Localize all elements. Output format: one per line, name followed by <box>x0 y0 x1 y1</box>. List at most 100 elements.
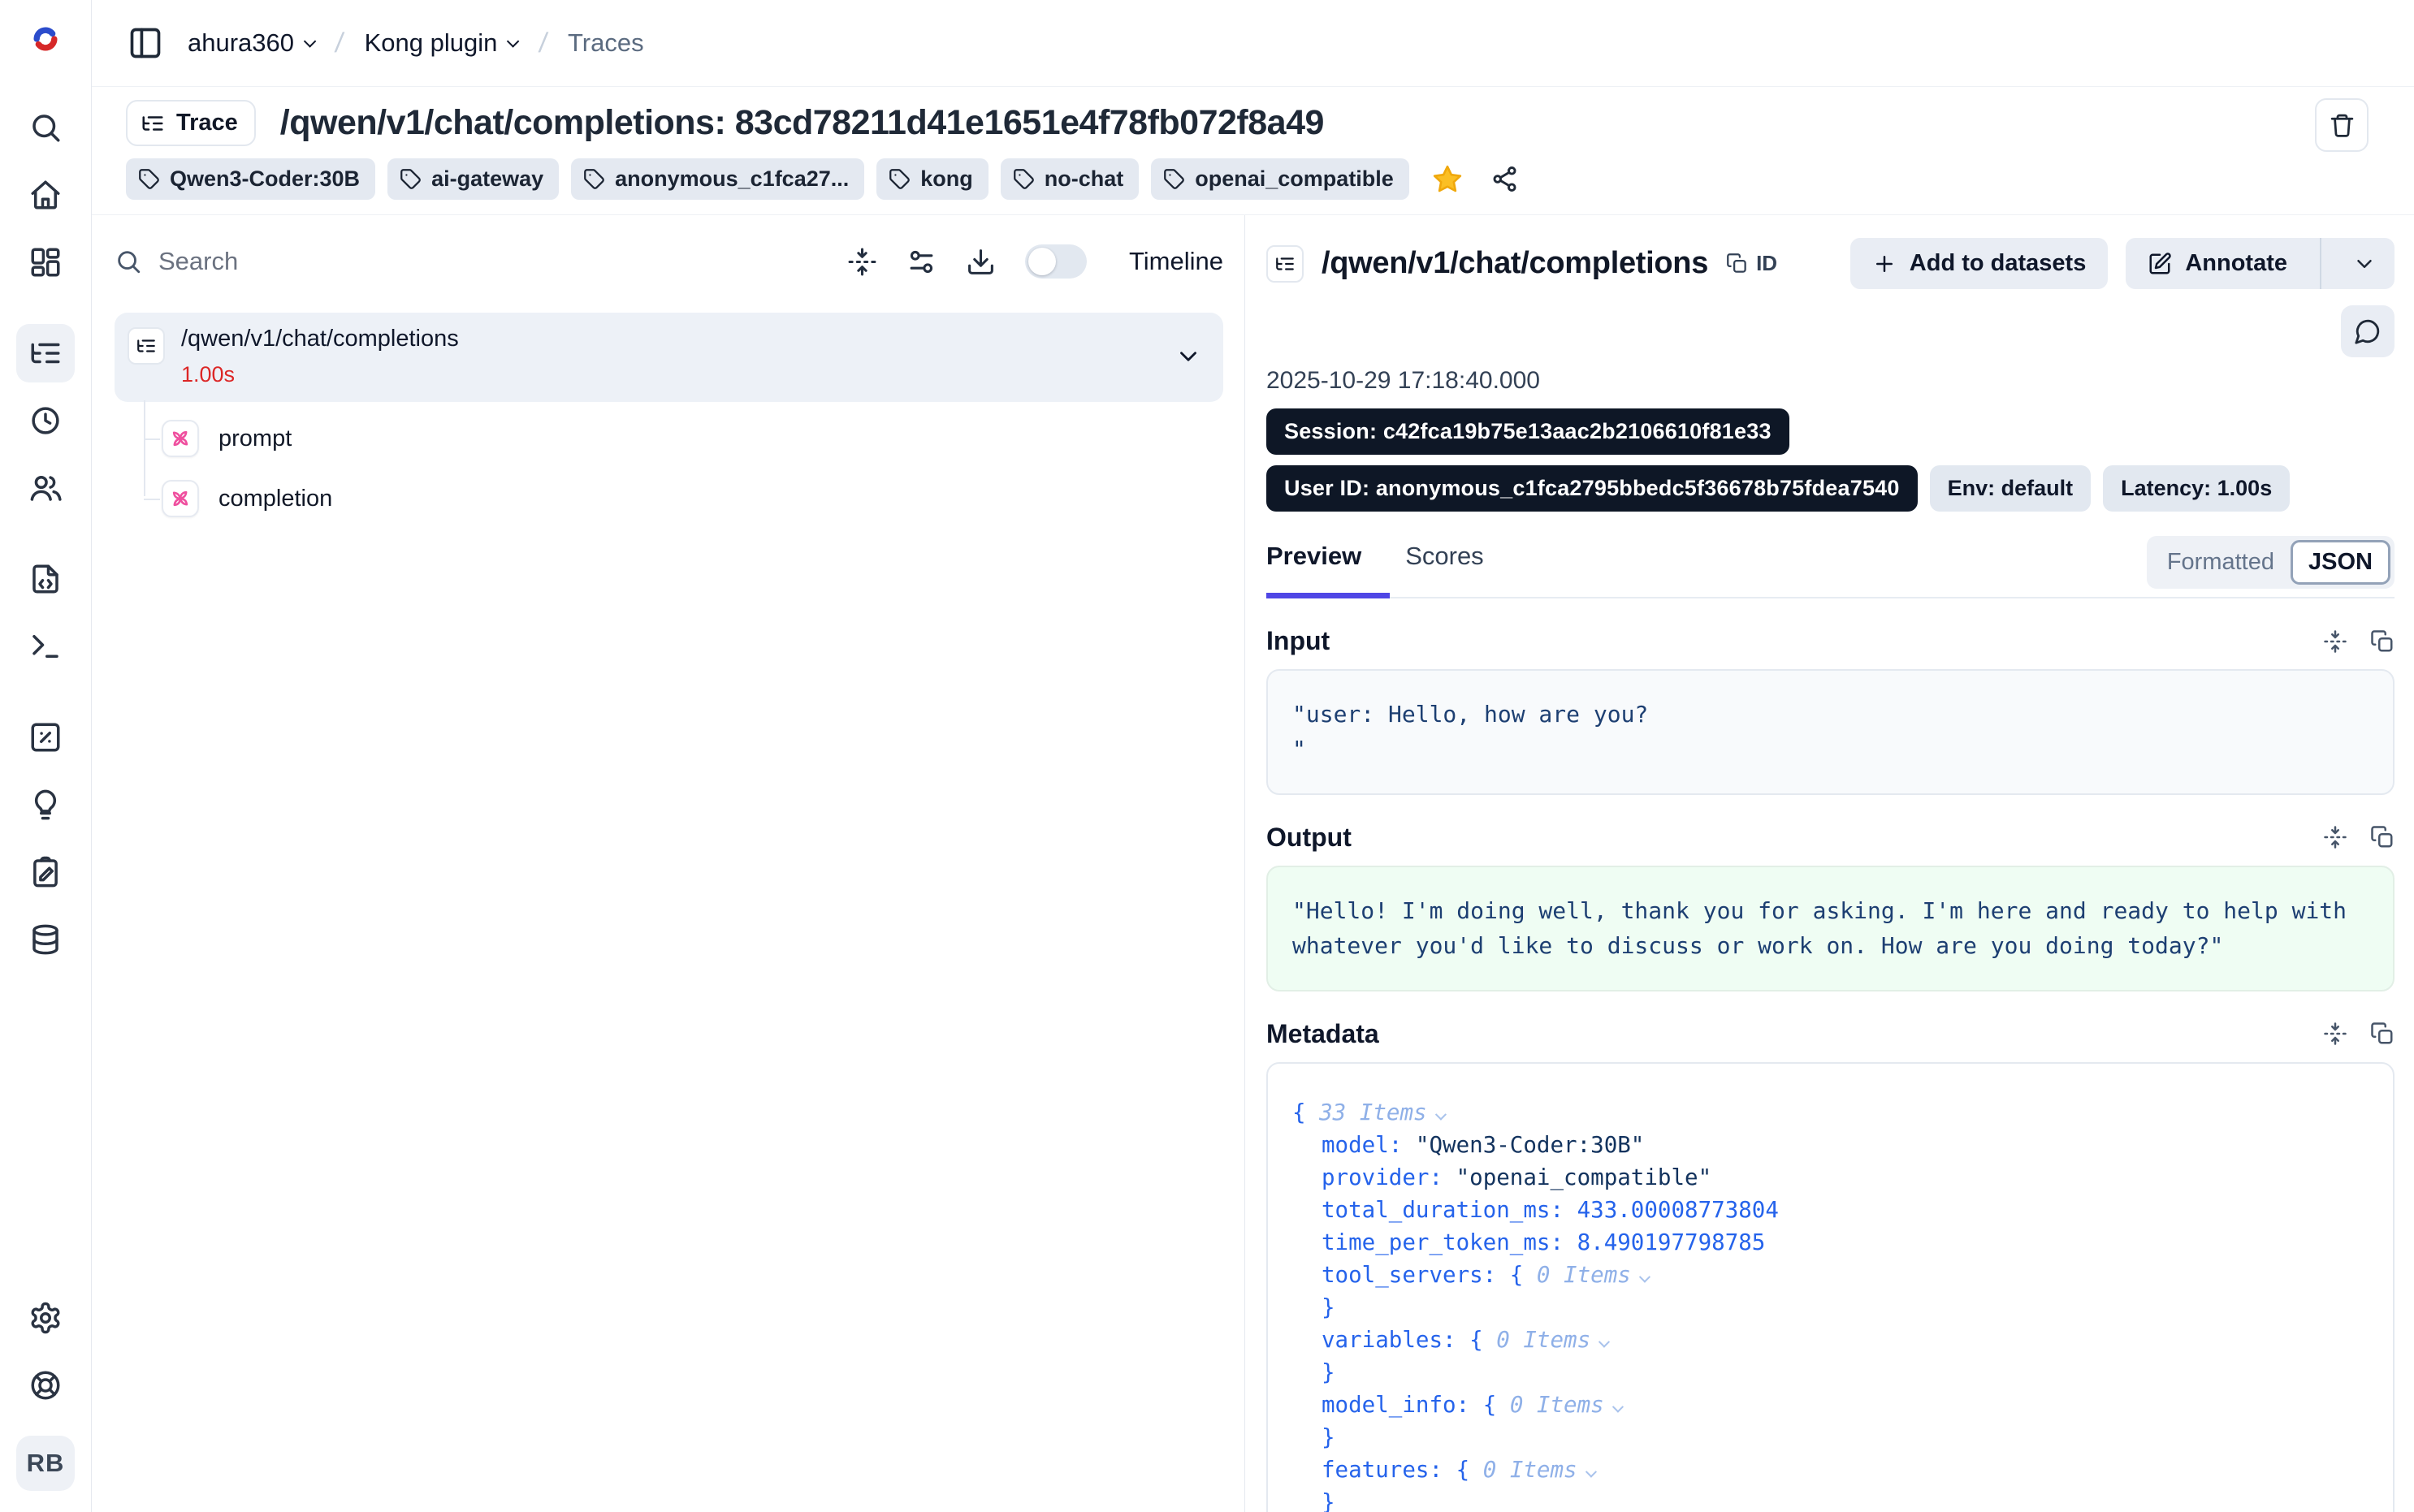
metadata-json-row: model: "Qwen3-Coder:30B" <box>1292 1129 2369 1161</box>
chevron-down-icon[interactable] <box>2334 252 2395 276</box>
square-percent-icon <box>28 720 63 754</box>
share-icon[interactable] <box>1490 165 1519 193</box>
tree-item-completion[interactable]: completion <box>162 472 1223 525</box>
display-settings-icon[interactable] <box>906 247 937 277</box>
metadata-json-row: } <box>1292 1291 2369 1324</box>
download-icon[interactable] <box>966 247 996 277</box>
tab-scores[interactable]: Scores <box>1405 542 1483 571</box>
copy-icon[interactable] <box>2370 1022 2395 1046</box>
trace-tag[interactable]: ai-gateway <box>387 158 559 200</box>
tag-icon <box>889 168 911 190</box>
copy-icon[interactable] <box>2370 629 2395 654</box>
breadcrumb-project[interactable]: Kong plugin <box>365 28 518 58</box>
id-label: ID <box>1756 251 1777 276</box>
chevron-down-icon[interactable] <box>1175 343 1202 370</box>
format-option-formatted[interactable]: Formatted <box>2151 541 2291 584</box>
sidebar-item-prompts[interactable] <box>16 550 75 608</box>
output-content: "Hello! I'm doing well, thank you for as… <box>1266 866 2395 991</box>
user-avatar[interactable]: RB <box>16 1436 75 1491</box>
clock-icon <box>28 404 63 438</box>
dashboard-icon <box>28 245 63 279</box>
add-to-datasets-button[interactable]: Add to datasets <box>1850 238 2109 289</box>
tree-item-root[interactable]: /qwen/v1/chat/completions 1.00s <box>115 313 1223 402</box>
collapse-section-icon[interactable] <box>2323 825 2347 849</box>
metadata-json-row: tool_servers: { 0 Items <box>1292 1259 2369 1291</box>
metadata-json-row: } <box>1292 1486 2369 1512</box>
sidebar-nav <box>16 89 75 969</box>
breadcrumb-separator: / <box>537 28 549 59</box>
sidebar-item-users[interactable] <box>16 459 75 517</box>
trace-tag[interactable]: kong <box>876 158 989 200</box>
chevron-down-icon[interactable] <box>1641 1262 1649 1288</box>
chevron-down-icon[interactable] <box>1614 1392 1622 1418</box>
metadata-json-row: features: { 0 Items <box>1292 1454 2369 1486</box>
collapse-section-icon[interactable] <box>2323 629 2347 654</box>
breadcrumb-org-label: ahura360 <box>188 28 294 58</box>
user-id-badge[interactable]: User ID: anonymous_c1fca2795bbedc5f36678… <box>1266 465 1918 512</box>
button-divider <box>2320 238 2321 289</box>
sidebar-item-home[interactable] <box>16 166 75 224</box>
breadcrumb-project-label: Kong plugin <box>365 28 498 58</box>
tree-item-label: completion <box>218 486 332 512</box>
sidebar-item-settings[interactable] <box>16 1289 75 1347</box>
tags-list: Qwen3-Coder:30B ai-gateway anonymous_c1fca… <box>126 158 1409 200</box>
list-tree-icon <box>1266 245 1304 283</box>
lightbulb-icon <box>28 788 63 822</box>
annotate-button[interactable]: Annotate <box>2126 238 2395 289</box>
sidebar-item-datasets[interactable] <box>16 910 75 969</box>
trace-tag[interactable]: no-chat <box>1001 158 1140 200</box>
content-area: Timeline /qwen/v1/chat/completions 1.00s… <box>92 215 2414 1512</box>
database-icon <box>28 922 63 957</box>
trace-tag[interactable]: openai_compatible <box>1151 158 1409 200</box>
metadata-json-row: variables: { 0 Items <box>1292 1324 2369 1356</box>
session-badge[interactable]: Session: c42fca19b75e13aac2b2106610f81e3… <box>1266 408 1789 455</box>
comments-button[interactable] <box>2341 305 2395 357</box>
env-badge: Env: default <box>1930 465 2092 512</box>
chevron-down-icon[interactable] <box>1587 1457 1595 1483</box>
trace-header: Trace /qwen/v1/chat/completions: 83cd782… <box>92 87 2414 215</box>
home-icon <box>28 178 63 212</box>
sidebar-item-tracing[interactable] <box>16 324 75 382</box>
trace-badge-label: Trace <box>176 110 238 136</box>
detail-header: /qwen/v1/chat/completions ID Add to data… <box>1266 238 2395 289</box>
metadata-json-row: } <box>1292 1356 2369 1389</box>
format-option-json[interactable]: JSON <box>2291 540 2390 585</box>
tab-preview[interactable]: Preview <box>1266 542 1361 571</box>
sidebar-item-annotation-queues[interactable] <box>16 843 75 901</box>
app-logo-icon[interactable] <box>23 16 68 62</box>
sidebar-toggle-icon[interactable] <box>128 25 163 61</box>
sidebar-item-dashboards[interactable] <box>16 233 75 292</box>
sidebar-item-playground[interactable] <box>16 617 75 676</box>
detail-title: /qwen/v1/chat/completions <box>1322 246 1708 281</box>
trace-tree-panel: Timeline /qwen/v1/chat/completions 1.00s… <box>92 215 1245 1512</box>
copy-id-button[interactable]: ID <box>1726 251 1777 276</box>
breadcrumb-org[interactable]: ahura360 <box>188 28 314 58</box>
search-input[interactable] <box>158 247 613 276</box>
trace-tag[interactable]: anonymous_c1fca27... <box>571 158 864 200</box>
star-icon[interactable] <box>1431 163 1464 196</box>
sidebar-item-scores[interactable] <box>16 708 75 767</box>
chevron-down-icon[interactable] <box>1437 1099 1445 1125</box>
tree-root-duration: 1.00s <box>181 362 459 387</box>
tag-icon <box>1013 168 1035 190</box>
metadata-json-viewer: { 33 Itemsmodel: "Qwen3-Coder:30B"provid… <box>1266 1062 2395 1512</box>
metadata-json-row: time_per_token_ms: 8.490197798785 <box>1292 1226 2369 1259</box>
collapse-all-icon[interactable] <box>847 247 877 277</box>
chevron-down-icon[interactable] <box>1600 1327 1608 1353</box>
tree-item-prompt[interactable]: prompt <box>162 412 1223 465</box>
main-column: ahura360 / Kong plugin / Traces Trace /q… <box>92 0 2414 1512</box>
copy-icon[interactable] <box>2370 825 2395 849</box>
collapse-section-icon[interactable] <box>2323 1022 2347 1046</box>
sidebar-item-support[interactable] <box>16 1356 75 1415</box>
sidebar-item-insights[interactable] <box>16 775 75 834</box>
trace-tag[interactable]: Qwen3-Coder:30B <box>126 158 375 200</box>
sidebar-item-sessions[interactable] <box>16 391 75 450</box>
delete-trace-button[interactable] <box>2315 98 2369 152</box>
copy-icon <box>1726 253 1748 274</box>
breadcrumb-page[interactable]: Traces <box>568 28 644 58</box>
timeline-toggle[interactable] <box>1025 244 1087 279</box>
trace-type-badge: Trace <box>126 100 256 146</box>
breadcrumb: ahura360 / Kong plugin / Traces <box>188 28 644 59</box>
list-tree-icon <box>28 336 63 370</box>
sidebar-item-search[interactable] <box>16 98 75 157</box>
